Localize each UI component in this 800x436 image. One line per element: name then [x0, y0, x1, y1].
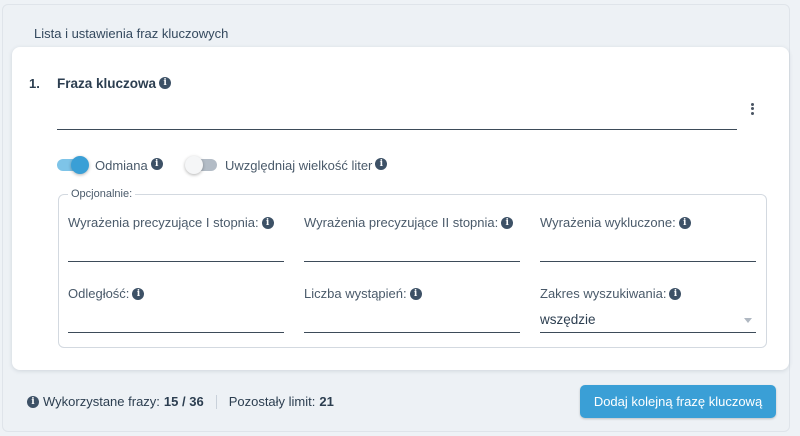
occurrences-field: Liczba wystąpień: i — [304, 286, 520, 336]
optional-legend: Opcjonalnie: — [71, 188, 133, 200]
scope-select-value[interactable]: wszędzie — [540, 312, 596, 327]
case-sensitive-label: Uwzględniaj wielkość liter — [225, 157, 373, 173]
refine1-label: Wyrażenia precyzujące I stopnia: — [68, 215, 259, 230]
info-icon[interactable]: i — [375, 158, 388, 170]
info-icon[interactable]: i — [27, 395, 39, 408]
odmiana-toggle-row: Odmiana i — [57, 156, 163, 174]
info-icon[interactable]: i — [669, 287, 682, 300]
toggle-knob — [71, 156, 89, 174]
refine2-field: Wyrażenia precyzujące II stopnia: i — [304, 215, 520, 265]
excluded-input[interactable] — [540, 261, 756, 262]
info-icon[interactable]: i — [159, 77, 172, 90]
limit-label: Pozostały limit: — [228, 394, 316, 409]
case-sensitive-toggle[interactable] — [185, 156, 217, 174]
phrase-number: 1. — [29, 76, 40, 91]
limit-value: 21 — [319, 394, 334, 409]
info-icon[interactable]: i — [501, 216, 514, 229]
used-value: 15 / 36 — [163, 394, 204, 409]
info-icon[interactable]: i — [132, 287, 145, 300]
kebab-menu-icon[interactable] — [746, 101, 758, 119]
usage-summary: i Wykorzystane frazy: 15 / 36 Pozostały … — [27, 394, 334, 409]
scope-select[interactable] — [540, 332, 756, 333]
case-toggle-row: Uwzględniaj wielkość liter i — [185, 156, 388, 174]
refine1-field: Wyrażenia precyzujące I stopnia: i — [68, 215, 284, 265]
info-icon[interactable]: i — [150, 158, 163, 170]
refine2-input[interactable] — [304, 261, 520, 262]
refine1-input[interactable] — [68, 261, 284, 262]
occurrences-label: Liczba wystąpień: — [304, 286, 407, 301]
scope-field: Zakres wyszukiwania: i wszędzie — [540, 286, 756, 336]
used-label: Wykorzystane frazy: — [43, 394, 160, 409]
info-icon[interactable]: i — [409, 287, 422, 300]
divider — [215, 394, 217, 409]
refine2-label: Wyrażenia precyzujące II stopnia: — [304, 215, 499, 230]
excluded-field: Wyrażenia wykluczone: i — [540, 215, 756, 265]
distance-label: Odległość: — [68, 286, 130, 301]
panel-title: Lista i ustawienia fraz kluczowych — [34, 26, 229, 41]
distance-field: Odległość: i — [68, 286, 284, 336]
excluded-label: Wyrażenia wykluczone: — [540, 215, 676, 230]
distance-input[interactable] — [68, 332, 284, 333]
phrase-input[interactable] — [57, 129, 737, 130]
chevron-down-icon[interactable] — [744, 318, 752, 323]
add-phrase-button[interactable]: Dodaj kolejną frazę kluczową — [580, 385, 776, 418]
toggle-knob — [185, 156, 203, 174]
odmiana-label: Odmiana — [95, 157, 148, 173]
info-icon[interactable]: i — [261, 216, 274, 229]
phrase-label: Fraza kluczowa i — [57, 76, 172, 91]
phrase-label-text: Fraza kluczowa — [57, 76, 157, 91]
info-icon[interactable]: i — [678, 216, 691, 229]
odmiana-toggle[interactable] — [57, 156, 89, 174]
occurrences-input[interactable] — [304, 332, 520, 333]
scope-label: Zakres wyszukiwania: — [540, 286, 667, 301]
